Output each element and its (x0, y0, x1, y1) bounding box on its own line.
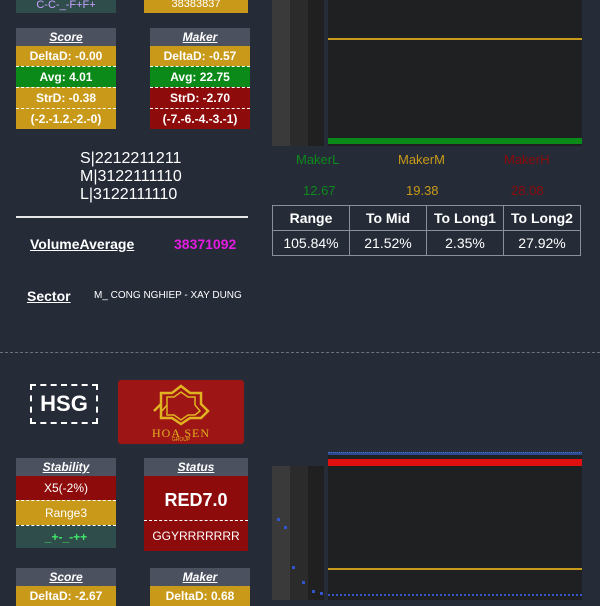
volume-average-value: 38371092 (174, 236, 237, 252)
status-card: Status RED7.0 GGYRRRRRRR (144, 458, 248, 551)
maker-low-line (328, 138, 582, 144)
stats-value-to-mid: 21.52% (349, 230, 427, 256)
sector-label: Sector (27, 288, 71, 304)
score-str: StrD: -0.38 (16, 87, 116, 108)
maker-mid-line-bottom (328, 568, 582, 570)
status-title: Status (144, 458, 248, 476)
sector-value: M_ CONG NGHIEP - XAY DUNG (94, 290, 242, 301)
maker-card-2: Maker DeltaD: 0.68 (150, 568, 250, 606)
slm-l: L|3122111110 (80, 186, 178, 203)
ticker-symbol: HSG (30, 384, 98, 424)
logo-subtext: GROUP (171, 437, 191, 443)
divider (16, 216, 248, 218)
stats-value-range: 105.84% (272, 230, 350, 256)
company-logo: HOA SEN GROUP (118, 380, 244, 444)
stats-header-to-long2: To Long2 (503, 205, 581, 231)
maker-title-2: Maker (150, 568, 250, 586)
signs-text: C-C-_-F+F+ (36, 0, 96, 11)
maker-delta-2: DeltaD: 0.68 (150, 586, 250, 606)
score-avg: Avg: 4.01 (16, 66, 116, 87)
status-code: GGYRRRRRRR (144, 520, 248, 551)
score-title: Score (16, 28, 116, 46)
status-code-text: 38383837 (171, 0, 221, 10)
stats-header-row: Range To Mid To Long1 To Long2 (272, 205, 581, 231)
price-chart-top (328, 0, 582, 146)
maker-low-label: MakerL (296, 152, 340, 167)
slm-s: S|2212211211 (80, 150, 182, 167)
price-dotted-line (328, 594, 582, 596)
score-card: Score DeltaD: -0.00 Avg: 4.01 StrD: -0.3… (16, 28, 116, 129)
score-delta: DeltaD: -0.00 (16, 46, 116, 66)
volume-strip-bottom (272, 466, 324, 600)
stats-value-to-long2: 27.92% (503, 230, 581, 256)
price-chart-bottom (328, 452, 582, 600)
stability-x: X5(-2%) (16, 476, 116, 500)
stats-value-to-long1: 2.35% (426, 230, 504, 256)
section-separator (0, 352, 600, 353)
score-card-2: Score DeltaD: -2.67 (16, 568, 116, 606)
maker-mid-line (328, 38, 582, 40)
chart-top-dotted-line (328, 452, 582, 455)
range-stats-table: Range To Mid To Long1 To Long2 105.84% 2… (272, 205, 581, 256)
maker-title: Maker (150, 28, 250, 46)
score-seq: (-2.-1.2.-2.-0) (16, 108, 116, 129)
maker-delta: DeltaD: -0.57 (150, 46, 250, 66)
stats-header-to-mid: To Mid (349, 205, 427, 231)
score-delta-2: DeltaD: -2.67 (16, 586, 116, 606)
score-title-2: Score (16, 568, 116, 586)
stability-signs: _+-_-++ (16, 525, 116, 548)
maker-avg: Avg: 22.75 (150, 66, 250, 87)
volume-average-label: VolumeAverage (30, 236, 135, 252)
maker-high-line (328, 459, 582, 466)
maker-str: StrD: -2.70 (150, 87, 250, 108)
stability-title: Stability (16, 458, 116, 476)
price-dots (277, 518, 323, 595)
maker-card: Maker DeltaD: -0.57 Avg: 22.75 StrD: -2.… (150, 28, 250, 129)
stability-card: Stability X5(-2%) Range3 _+-_-++ (16, 458, 116, 548)
maker-seq: (-7.-6.-4.-3.-1) (150, 108, 250, 129)
maker-high-label: MakerH (504, 152, 550, 167)
volume-strip-top (272, 0, 324, 146)
slm-m: M|3122111110 (80, 168, 182, 185)
maker-mid-label: MakerM (398, 152, 445, 167)
stability-signs-row-top: C-C-_-F+F+ (16, 0, 116, 13)
maker-low-value: 12.67 (303, 183, 336, 198)
status-code-row-top: 38383837 (144, 0, 248, 13)
stability-range: Range3 (16, 500, 116, 525)
status-value: RED7.0 (144, 476, 248, 520)
maker-high-value: 28.08 (511, 183, 544, 198)
maker-mid-value: 19.38 (406, 183, 439, 198)
stats-header-range: Range (272, 205, 350, 231)
slm-block: S|2212211211 M|3122111110 L|3122111110 (80, 150, 182, 204)
stats-value-row: 105.84% 21.52% 2.35% 27.92% (272, 230, 581, 256)
stats-header-to-long1: To Long1 (426, 205, 504, 231)
